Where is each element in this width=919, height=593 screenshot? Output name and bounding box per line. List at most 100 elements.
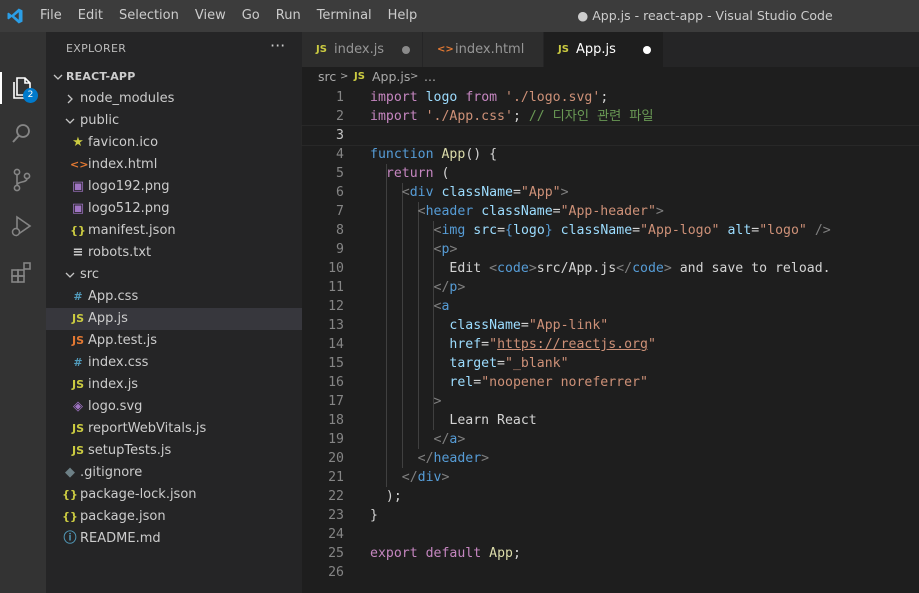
tree-folder[interactable]: public: [46, 110, 302, 132]
code-line[interactable]: 1 import logo from './logo.svg';: [302, 88, 919, 107]
tree-folder[interactable]: src: [46, 264, 302, 286]
code-token: logo: [513, 223, 545, 238]
line-number: 25: [328, 546, 344, 561]
line-number: 26: [328, 565, 344, 580]
menu-go[interactable]: Go: [234, 0, 268, 32]
tree-file[interactable]: ▣ logo192.png: [46, 176, 302, 198]
chevron-right-icon: [67, 94, 73, 104]
debug-icon[interactable]: [8, 212, 36, 240]
tree-file[interactable]: JS App.js: [46, 308, 302, 330]
chevron-down-icon: [65, 272, 75, 278]
tree-file[interactable]: {} package.json: [46, 506, 302, 528]
tree-file[interactable]: JS setupTests.js: [46, 440, 302, 462]
code-token: import: [370, 90, 418, 105]
code-token: "App": [520, 185, 561, 200]
search-icon[interactable]: [8, 120, 36, 148]
code-token: ": [489, 337, 498, 352]
menu-help[interactable]: Help: [380, 0, 426, 32]
code-line[interactable]: 14 href="https://reactjs.org": [302, 335, 919, 354]
menu-selection[interactable]: Selection: [111, 0, 187, 32]
code-line[interactable]: 5 return (: [302, 164, 919, 183]
code-line[interactable]: 26: [302, 563, 919, 582]
modified-dot-icon[interactable]: [402, 46, 410, 54]
code-line[interactable]: 11 </p>: [302, 278, 919, 297]
code-line[interactable]: 24: [302, 525, 919, 544]
code-line[interactable]: 23}: [302, 506, 919, 525]
code-line[interactable]: 7 <header className="App-header">: [302, 202, 919, 221]
js-icon: JS: [71, 378, 84, 391]
more-actions-icon[interactable]: ···: [270, 36, 285, 55]
tree-file[interactable]: JS reportWebVitals.js: [46, 418, 302, 440]
tree-file[interactable]: # App.css: [46, 286, 302, 308]
breadcrumb: src > JS App.js > ...: [302, 67, 919, 87]
tree-item-label: package-lock.json: [80, 487, 197, 502]
code-line[interactable]: 8 <img src={logo} className="App-logo" a…: [302, 221, 919, 240]
code-text: <div className="App">: [370, 183, 569, 202]
menu-edit[interactable]: Edit: [70, 0, 111, 32]
tree-folder[interactable]: node_modules: [46, 88, 302, 110]
tab-label: App.js: [576, 42, 616, 57]
code-line[interactable]: 19 </a>: [302, 430, 919, 449]
tree-file[interactable]: ⓘ README.md: [46, 528, 302, 550]
code-line[interactable]: 3: [301, 125, 919, 146]
tree-file[interactable]: ≡ robots.txt: [46, 242, 302, 264]
code-line[interactable]: 2 import './App.css'; // 디자인 관련 파일: [302, 107, 919, 126]
source-control-icon[interactable]: [8, 166, 36, 194]
code-line[interactable]: 6 <div className="App">: [302, 183, 919, 202]
html-icon: <>: [70, 158, 89, 171]
code-line[interactable]: 12 <a: [302, 297, 919, 316]
code-token: }: [370, 508, 378, 523]
code-line[interactable]: 9 <p>: [302, 240, 919, 259]
tree-file[interactable]: ◈ logo.svg: [46, 396, 302, 418]
extensions-icon[interactable]: [8, 258, 36, 286]
tree-file[interactable]: JS App.test.js: [46, 330, 302, 352]
tree-file[interactable]: JS index.js: [46, 374, 302, 396]
tree-file[interactable]: ◆ .gitignore: [46, 462, 302, 484]
code-line[interactable]: 4 function App() {: [302, 145, 919, 164]
code-line[interactable]: 15 target="_blank": [302, 354, 919, 373]
code-token: >: [663, 261, 672, 276]
line-number: 13: [328, 318, 344, 333]
tree-file[interactable]: {} manifest.json: [46, 220, 302, 242]
tree-file[interactable]: {} package-lock.json: [46, 484, 302, 506]
code-line[interactable]: 22 );: [302, 487, 919, 506]
breadcrumb-file[interactable]: App.js: [372, 67, 410, 87]
menu-run[interactable]: Run: [268, 0, 309, 32]
menu-file[interactable]: File: [32, 0, 70, 32]
code-token: rel: [449, 375, 474, 390]
breadcrumb-folder[interactable]: src: [318, 67, 336, 87]
json-icon: {}: [62, 510, 78, 523]
code-line[interactable]: 25 export default App;: [302, 544, 919, 563]
code-line[interactable]: 13 className="App-link": [302, 316, 919, 335]
tree-file[interactable]: ▣ logo512.png: [46, 198, 302, 220]
tree-file[interactable]: <> index.html: [46, 154, 302, 176]
code-token: "logo": [759, 223, 807, 238]
code-line[interactable]: 10 Edit <code>src/App.js</code> and save…: [302, 259, 919, 278]
tab-index-html[interactable]: <> index.html: [423, 32, 543, 67]
code-token: and save to reload.: [671, 261, 831, 276]
code-line[interactable]: 18 Learn React: [302, 411, 919, 430]
tree-item-label: manifest.json: [88, 223, 176, 238]
modified-dot-icon[interactable]: [643, 46, 651, 54]
tab-index-js[interactable]: JS index.js: [302, 32, 422, 67]
code-line[interactable]: 21 </div>: [302, 468, 919, 487]
tab-App-js[interactable]: JS App.js: [544, 32, 663, 67]
code-token: =: [473, 375, 482, 390]
line-number: 4: [336, 147, 344, 162]
code-line[interactable]: 16 rel="noopener noreferrer": [302, 373, 919, 392]
tree-file[interactable]: # index.css: [46, 352, 302, 374]
tree-item-label: setupTests.js: [88, 443, 172, 458]
menu-terminal[interactable]: Terminal: [309, 0, 380, 32]
code-line[interactable]: 20 </header>: [302, 449, 919, 468]
menu-view[interactable]: View: [187, 0, 234, 32]
breadcrumb-more[interactable]: ...: [424, 67, 436, 87]
html-icon: <>: [437, 44, 454, 55]
code-line[interactable]: 17 >: [302, 392, 919, 411]
code-editor[interactable]: 1 import logo from './logo.svg'; 2 import '…: [301, 87, 919, 593]
code-text: <p>: [370, 240, 458, 259]
code-text: href="https://reactjs.org": [370, 335, 655, 354]
tree-file[interactable]: ★ favicon.ico: [46, 132, 302, 154]
tree-root-folder[interactable]: REACT-APP: [46, 66, 302, 88]
code-token: './App.css': [425, 109, 513, 124]
